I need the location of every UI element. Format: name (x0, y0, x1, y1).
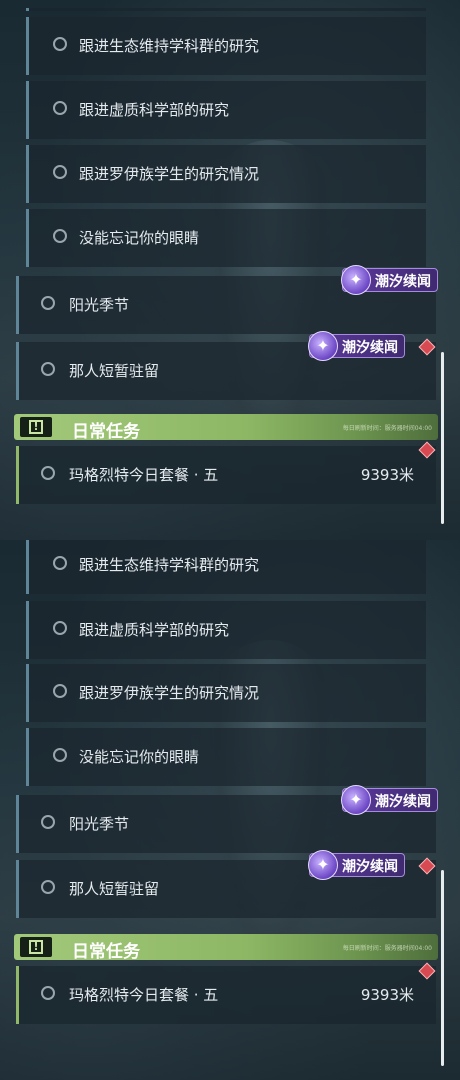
sub-quest-item[interactable]: 跟进虚质科学部的研究 (26, 601, 426, 659)
tide-sparkle-icon: ✦ (341, 785, 371, 815)
quest-label: 没能忘记你的眼睛 (79, 748, 200, 766)
radio-empty-icon (41, 466, 55, 480)
quest-label: 阳光季节 (69, 815, 130, 833)
sub-quest-item[interactable]: 没能忘记你的眼睛 (26, 209, 426, 267)
quest-label: 跟进罗伊族学生的研究情况 (79, 165, 260, 183)
quest-label: 阳光季节 (69, 296, 130, 314)
sub-quest-item[interactable]: 跟进罗伊族学生的研究情况 (26, 664, 426, 722)
radio-empty-icon (53, 556, 67, 570)
radio-empty-icon (41, 880, 55, 894)
quest-label: 跟进罗伊族学生的研究情况 (79, 684, 260, 702)
daily-section-header: ! 日常任务 每日刷新时间：服务器时间04:00 (14, 934, 438, 962)
tide-sparkle-icon: ✦ (341, 265, 371, 295)
quest-label: 那人短暂驻留 (69, 880, 160, 898)
daily-refresh-note: 每日刷新时间：服务器时间04:00 (342, 945, 432, 952)
radio-empty-icon (53, 684, 67, 698)
radio-empty-icon (53, 621, 67, 635)
quest-tag-label: 潮汐续闻 (342, 340, 398, 356)
radio-empty-icon (53, 37, 67, 51)
tide-sparkle-icon: ✦ (308, 850, 338, 880)
radio-empty-icon (41, 986, 55, 1000)
radio-empty-icon (53, 101, 67, 115)
quest-distance: 9393米 (360, 986, 414, 1004)
exclamation-box-icon: ! (20, 937, 52, 957)
radio-empty-icon (41, 296, 55, 310)
quest-tag-label: 潮汐续闻 (375, 274, 431, 290)
quest-label: 跟进虚质科学部的研究 (79, 101, 230, 119)
quest-label: 跟进生态维持学科群的研究 (79, 37, 260, 55)
radio-empty-icon (41, 815, 55, 829)
quest-tag-label: 潮汐续闻 (375, 794, 431, 810)
daily-section-title: 日常任务 (72, 942, 140, 962)
sub-quest-item[interactable]: 跟进生态维持学科群的研究 (26, 17, 426, 75)
quest-label: 玛格烈特今日套餐 · 五 (69, 466, 219, 484)
quest-tag-label: 潮汐续闻 (342, 859, 398, 875)
quest-tag: ✦ 潮汐续闻 (341, 785, 438, 815)
quest-label: 跟进生态维持学科群的研究 (79, 556, 260, 574)
radio-empty-icon (53, 165, 67, 179)
sub-quest-item[interactable]: 没能忘记你的眼睛 (26, 728, 426, 786)
sub-quest-item[interactable]: 跟进罗伊族学生的研究情况 (26, 145, 426, 203)
tide-sparkle-icon: ✦ (308, 331, 338, 361)
radio-empty-icon (53, 748, 67, 762)
scrollbar-thumb[interactable] (441, 870, 444, 1066)
sub-quest-item[interactable]: 跟进生态维持学科群的研究 (26, 540, 426, 594)
quest-distance: 9393米 (360, 466, 414, 484)
scrollbar-thumb[interactable] (441, 352, 444, 524)
daily-section-header: ! 日常任务 每日刷新时间：服务器时间04:00 (14, 414, 438, 442)
quest-tag: ✦ 潮汐续闻 (308, 850, 405, 880)
quest-label: 那人短暂驻留 (69, 362, 160, 380)
daily-quest-item[interactable]: 玛格烈特今日套餐 · 五 9393米 (16, 966, 436, 1024)
quest-panel-bottom: 跟进生态维持学科群的研究 跟进虚质科学部的研究 跟进罗伊族学生的研究情况 没能忘… (0, 540, 460, 1080)
quest-label: 没能忘记你的眼睛 (79, 229, 200, 247)
quest-label: 玛格烈特今日套餐 · 五 (69, 986, 219, 1004)
radio-empty-icon (41, 362, 55, 376)
exclamation-box-icon: ! (20, 417, 52, 437)
quest-tag: ✦ 潮汐续闻 (341, 265, 438, 295)
quest-panel-top: 跟进生态维持学科群的研究 跟进虚质科学部的研究 跟进罗伊族学生的研究情况 没能忘… (0, 0, 460, 540)
sub-quest-item[interactable]: 跟进虚质科学部的研究 (26, 81, 426, 139)
quest-label: 跟进虚质科学部的研究 (79, 621, 230, 639)
list-item-partial (26, 8, 426, 11)
radio-empty-icon (53, 229, 67, 243)
daily-section-title: 日常任务 (72, 422, 140, 442)
quest-tag: ✦ 潮汐续闻 (308, 331, 405, 361)
daily-quest-item[interactable]: 玛格烈特今日套餐 · 五 9393米 (16, 446, 436, 504)
daily-refresh-note: 每日刷新时间：服务器时间04:00 (342, 425, 432, 432)
